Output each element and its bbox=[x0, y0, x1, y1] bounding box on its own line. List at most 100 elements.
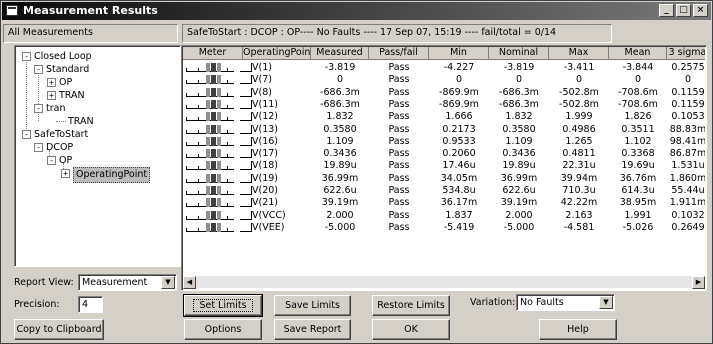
tree-node[interactable]: TRAN bbox=[56, 115, 94, 128]
tree-node[interactable]: - Closed Loop bbox=[22, 50, 92, 63]
row-mean: 1.102 bbox=[624, 135, 652, 147]
column-header[interactable]: Nominal bbox=[489, 47, 549, 60]
collapse-icon[interactable]: - bbox=[22, 52, 31, 61]
meter-icon bbox=[183, 147, 252, 160]
row-nominal: 0.3580 bbox=[502, 123, 536, 135]
table-row[interactable]: V(VCC) 2.000 Pass 1.837 2.000 2.163 1.991 0.103… bbox=[183, 209, 705, 222]
tree-node[interactable]: - Standard bbox=[34, 63, 89, 76]
save-report-button[interactable]: Save Report bbox=[274, 319, 351, 340]
row-signal-name: V(8) bbox=[252, 86, 272, 98]
tree-node[interactable]: - DCOP bbox=[34, 141, 73, 154]
save-limits-button[interactable]: Save Limits bbox=[274, 295, 351, 316]
status-line: SafeToStart : DCOP : OP---- No Faults --… bbox=[182, 24, 612, 43]
meter-icon bbox=[183, 98, 252, 111]
title-bar[interactable]: Measurement Results _ □ × bbox=[2, 2, 711, 20]
maximize-icon[interactable]: □ bbox=[676, 4, 691, 17]
options-button[interactable]: Options bbox=[184, 319, 262, 340]
row-passfail: Pass bbox=[388, 86, 410, 98]
arrow-right-icon[interactable]: ▶ bbox=[692, 276, 705, 289]
tree-node-label: OperatingPoint bbox=[73, 167, 151, 183]
column-header[interactable]: Meter bbox=[183, 47, 243, 60]
minimize-icon[interactable]: _ bbox=[659, 4, 674, 17]
row-max: 39.94m bbox=[560, 172, 598, 184]
collapse-icon[interactable]: - bbox=[34, 65, 43, 74]
tree-node[interactable]: + OP bbox=[47, 76, 72, 89]
row-max: 0 bbox=[575, 74, 583, 86]
row-max: 1.265 bbox=[565, 135, 593, 147]
row-mean: 1.826 bbox=[624, 111, 652, 123]
table-row[interactable]: V(VEE) -5.000 Pass -5.419 -5.000 -4.581 -5.026… bbox=[183, 221, 705, 234]
table-row[interactable]: V(16) 1.109 Pass 0.9533 1.109 1.265 1.102 98.41… bbox=[183, 135, 705, 148]
table-row[interactable]: V(21) 39.19m Pass 36.17m 39.19m 42.22m 38.95m 1… bbox=[183, 196, 705, 209]
row-nominal: -5.000 bbox=[503, 221, 535, 233]
column-header[interactable]: Min bbox=[429, 47, 489, 60]
table-row[interactable]: V(12) 1.832 Pass 1.666 1.832 1.999 1.826 0.1053 bbox=[183, 110, 705, 123]
horizontal-scrollbar[interactable]: ◀ ▶ bbox=[183, 275, 705, 289]
tree-node[interactable]: - tran bbox=[34, 102, 65, 115]
tree-node-label: SafeToStart bbox=[34, 129, 89, 140]
row-passfail: Pass bbox=[388, 209, 410, 221]
table-row[interactable]: V(18) 19.89u Pass 17.46u 19.89u 22.31u 19.69u 1… bbox=[183, 159, 705, 172]
tree-node[interactable]: - OP bbox=[47, 154, 72, 167]
column-header[interactable]: Measured bbox=[311, 47, 369, 60]
chevron-down-icon[interactable]: ▼ bbox=[161, 276, 175, 289]
row-sigma: 0.2575 bbox=[671, 62, 705, 73]
table-row[interactable]: V(1) -3.819 Pass -4.227 -3.819 -3.411 -3.844 0.… bbox=[183, 61, 705, 74]
expand-icon[interactable]: + bbox=[47, 91, 56, 100]
table-row[interactable]: V(19) 36.99m Pass 34.05m 36.99m 39.94m 36.76m 1… bbox=[183, 172, 705, 185]
row-nominal: 19.89u bbox=[502, 160, 536, 172]
arrow-left-icon[interactable]: ◀ bbox=[183, 276, 196, 289]
help-button[interactable]: Help bbox=[539, 319, 617, 340]
row-min: -4.227 bbox=[443, 62, 475, 73]
row-passfail: Pass bbox=[388, 197, 410, 209]
collapse-icon[interactable]: - bbox=[34, 143, 43, 152]
set-limits-button[interactable]: Set Limits bbox=[183, 294, 263, 317]
column-header[interactable]: Pass/fail bbox=[369, 47, 429, 60]
table-row[interactable]: V(20) 622.6u Pass 534.8u 622.6u 710.3u 614.3u 5… bbox=[183, 184, 705, 197]
table-row[interactable]: V(11) -686.3m Pass -869.9m -686.3m -502.8m -70… bbox=[183, 98, 705, 111]
table-row[interactable]: V(13) 0.3580 Pass 0.2173 0.3580 0.4986 0.3511 8… bbox=[183, 123, 705, 136]
report-view-label: Report View: bbox=[14, 277, 74, 288]
table-row[interactable]: V(7) 0 Pass 0 0 0 0 0 bbox=[183, 73, 705, 86]
row-mean: 38.95m bbox=[619, 197, 657, 209]
row-max: -3.411 bbox=[563, 62, 595, 73]
collapse-icon[interactable]: - bbox=[34, 104, 43, 113]
copy-to-clipboard-button[interactable]: Copy to Clipboard bbox=[14, 319, 104, 340]
report-view-select[interactable]: Measurement ▼ bbox=[78, 274, 177, 291]
row-passfail: Pass bbox=[388, 135, 410, 147]
variation-select[interactable]: No Faults ▼ bbox=[516, 294, 615, 311]
column-header[interactable]: 3 sigma bbox=[667, 47, 705, 60]
row-sigma: 88.83m bbox=[669, 123, 705, 135]
row-max: 2.163 bbox=[565, 209, 593, 221]
row-max: 1.999 bbox=[565, 111, 593, 123]
expand-icon[interactable]: + bbox=[61, 169, 70, 178]
tree-node[interactable]: + OperatingPoint bbox=[61, 167, 151, 183]
tree-node[interactable]: + TRAN bbox=[47, 89, 85, 102]
row-measured: -686.3m bbox=[320, 86, 360, 98]
column-header[interactable]: OperatingPoint bbox=[243, 47, 314, 60]
restore-limits-button[interactable]: Restore Limits bbox=[372, 295, 450, 316]
meter-icon bbox=[183, 159, 252, 172]
meter-icon bbox=[183, 123, 252, 136]
row-mean: 19.69u bbox=[621, 160, 655, 172]
collapse-icon[interactable]: - bbox=[47, 156, 56, 165]
column-header[interactable]: Mean bbox=[609, 47, 667, 60]
precision-field[interactable]: 4 bbox=[78, 296, 103, 313]
tree-node[interactable]: - SafeToStart bbox=[22, 128, 88, 141]
meter-icon bbox=[183, 184, 252, 197]
close-icon[interactable]: × bbox=[693, 4, 708, 17]
row-sigma: 0.1032 bbox=[671, 209, 705, 221]
chevron-down-icon[interactable]: ▼ bbox=[599, 296, 613, 309]
measurement-tree[interactable]: - Closed Loop - Standard + OP + TRAN - tran TRAN - S… bbox=[16, 47, 179, 265]
row-measured: 19.89u bbox=[323, 160, 357, 172]
ok-button[interactable]: OK bbox=[372, 319, 450, 340]
row-passfail: Pass bbox=[388, 123, 410, 135]
expand-icon[interactable]: + bbox=[47, 78, 56, 87]
meter-icon bbox=[183, 61, 252, 74]
collapse-icon[interactable]: - bbox=[22, 130, 31, 139]
table-row[interactable]: V(17) 0.3436 Pass 0.2060 0.3436 0.4811 0.3368 8… bbox=[183, 147, 705, 160]
table-row[interactable]: V(8) -686.3m Pass -869.9m -686.3m -502.8m -708… bbox=[183, 86, 705, 99]
column-header[interactable]: Max bbox=[549, 47, 609, 60]
window-title: Measurement Results bbox=[23, 4, 158, 17]
row-sigma: 0.1053 bbox=[671, 111, 705, 123]
